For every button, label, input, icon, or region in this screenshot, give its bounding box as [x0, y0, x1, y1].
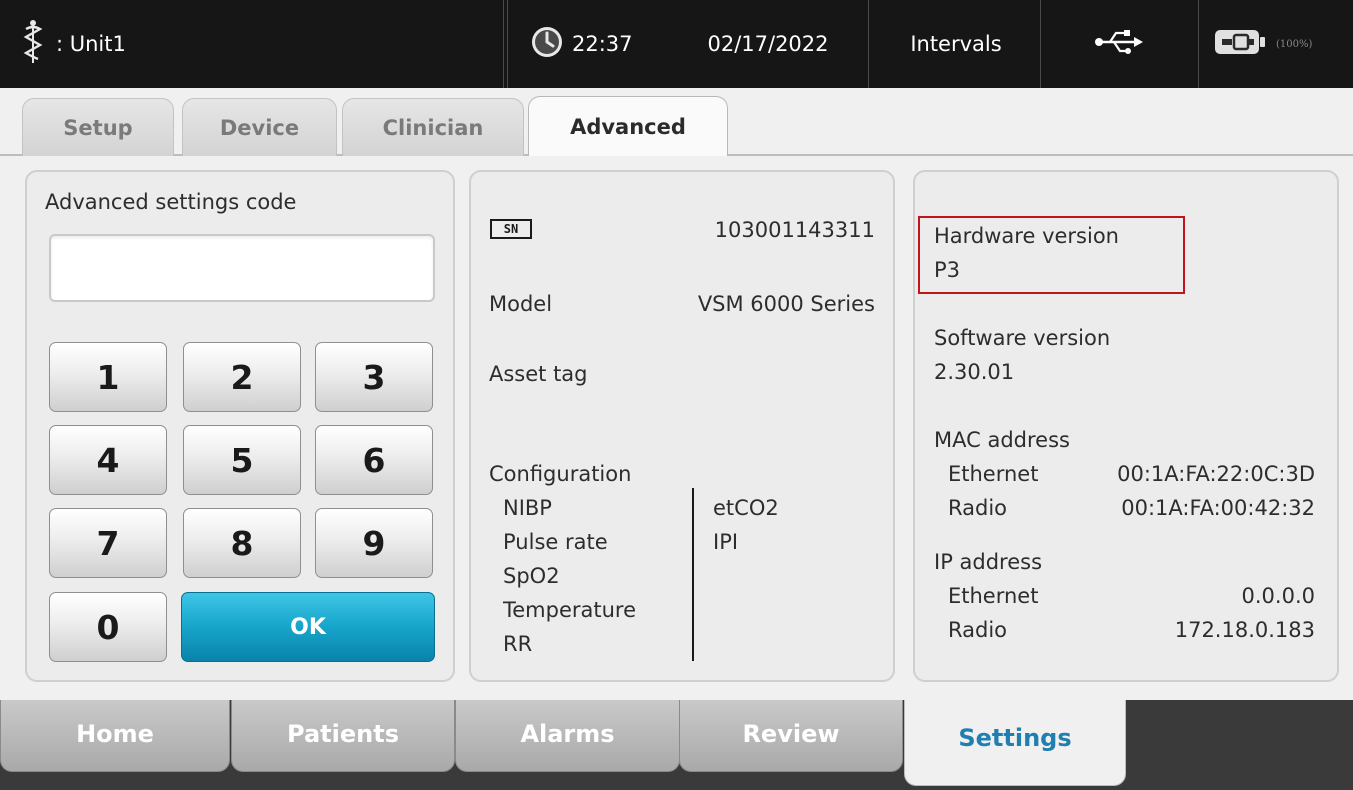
time-value: 22:37: [572, 32, 633, 56]
ip-ethernet-label: Ethernet: [948, 584, 1039, 608]
unit-label: : Unit1: [56, 32, 126, 56]
keypad-key-5[interactable]: 5: [183, 425, 301, 495]
mac-radio-label: Radio: [948, 496, 1008, 520]
intervals-button[interactable]: Intervals: [872, 0, 1040, 88]
config-item: RR: [503, 632, 533, 656]
hardware-version-value: P3: [934, 258, 961, 282]
tab-advanced[interactable]: Advanced: [528, 96, 728, 156]
tab-device[interactable]: Device: [182, 98, 337, 156]
serial-number-icon: SN: [490, 219, 532, 239]
battery-icon: [1214, 28, 1268, 61]
keypad-key-7[interactable]: 7: [49, 508, 167, 578]
mac-address-label: MAC address: [934, 428, 1070, 452]
status-bar: : Unit1 22:37 02/17/2022 Intervals (100%…: [0, 0, 1353, 88]
mac-ethernet-value: 00:1A:FA:22:0C:3D: [1117, 462, 1315, 486]
nav-patients[interactable]: Patients: [231, 700, 455, 772]
usb-icon: [1094, 29, 1144, 60]
main-area: Setup Device Clinician Advanced Advanced…: [0, 88, 1353, 700]
battery-percent: (100%): [1276, 38, 1313, 50]
clock-icon: [530, 25, 564, 64]
mac-radio-value: 00:1A:FA:00:42:32: [1121, 496, 1315, 520]
config-item: SpO2: [503, 564, 560, 588]
mac-ethernet-label: Ethernet: [948, 462, 1039, 486]
bottom-nav: Home Patients Alarms Review Settings: [0, 700, 1353, 790]
keypad-key-4[interactable]: 4: [49, 425, 167, 495]
keypad-key-2[interactable]: 2: [183, 342, 301, 412]
config-item: IPI: [713, 530, 739, 554]
nav-settings[interactable]: Settings: [904, 700, 1126, 786]
keypad-key-9[interactable]: 9: [315, 508, 433, 578]
model-value: VSM 6000 Series: [697, 292, 875, 316]
ok-button[interactable]: OK: [181, 592, 435, 662]
asset-tag-label: Asset tag: [489, 362, 588, 386]
keypad-key-3[interactable]: 3: [315, 342, 433, 412]
nav-review[interactable]: Review: [679, 700, 903, 772]
unit-indicator[interactable]: : Unit1: [0, 0, 503, 88]
config-item: etCO2: [713, 496, 779, 520]
usb-status: [1040, 0, 1198, 88]
keypad-key-6[interactable]: 6: [315, 425, 433, 495]
configuration-label: Configuration: [489, 462, 632, 486]
ip-ethernet-value: 0.0.0.0: [1241, 584, 1315, 608]
battery-status[interactable]: (100%): [1200, 0, 1353, 88]
settings-tab-bar: Setup Device Clinician Advanced: [0, 88, 1353, 156]
software-version-label: Software version: [934, 326, 1111, 350]
ip-radio-value: 172.18.0.183: [1174, 618, 1315, 642]
keypad-key-8[interactable]: 8: [183, 508, 301, 578]
ip-radio-label: Radio: [948, 618, 1008, 642]
advanced-code-panel: Advanced settings code 1 2 3 4 5 6 7 8 9…: [25, 170, 455, 682]
hardware-version-label: Hardware version: [934, 224, 1119, 248]
config-divider: [692, 488, 694, 661]
ip-address-label: IP address: [934, 550, 1043, 574]
status-divider: [503, 0, 504, 88]
keypad-key-1[interactable]: 1: [49, 342, 167, 412]
config-item: NIBP: [503, 496, 552, 520]
keypad-key-0[interactable]: 0: [49, 592, 167, 662]
advanced-code-input[interactable]: [49, 234, 435, 302]
caduceus-icon: [22, 19, 44, 70]
status-divider: [868, 0, 869, 88]
nav-home[interactable]: Home: [0, 700, 230, 772]
tab-clinician[interactable]: Clinician: [342, 98, 524, 156]
advanced-code-title: Advanced settings code: [45, 190, 297, 214]
device-info-panel: SN 103001143311 Model VSM 6000 Series As…: [469, 170, 895, 682]
tab-setup[interactable]: Setup: [22, 98, 174, 156]
config-item: Pulse rate: [503, 530, 608, 554]
model-label: Model: [489, 292, 553, 316]
clock-display[interactable]: 22:37: [508, 0, 668, 88]
status-divider: [1198, 0, 1199, 88]
date-value[interactable]: 02/17/2022: [668, 0, 868, 88]
nav-alarms[interactable]: Alarms: [455, 700, 680, 772]
software-version-value: 2.30.01: [934, 360, 1015, 384]
config-item: Temperature: [503, 598, 637, 622]
serial-number-value: 103001143311: [714, 218, 875, 242]
version-info-panel: Hardware version P3 Software version 2.3…: [913, 170, 1339, 682]
